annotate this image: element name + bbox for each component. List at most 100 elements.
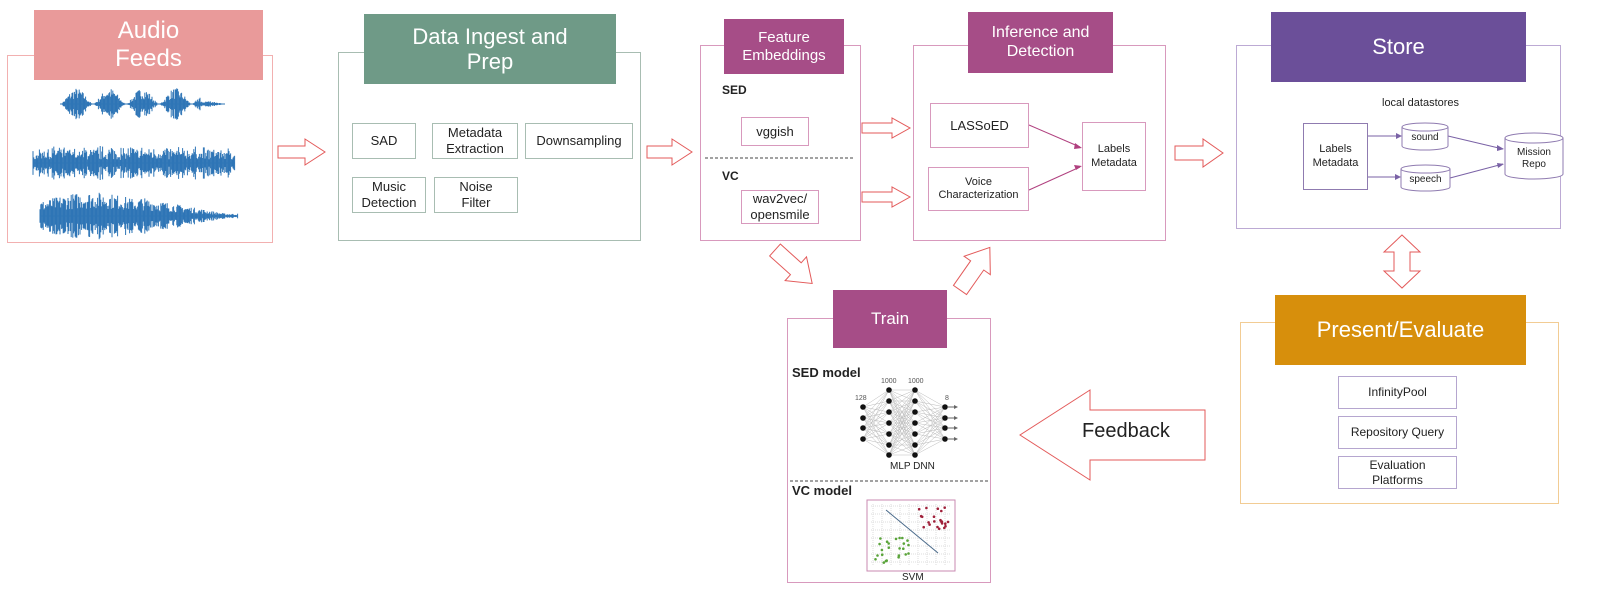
svm-caption: SVM — [902, 572, 924, 583]
connector-speech-repo — [1449, 163, 1504, 179]
arrow-features-to-train — [768, 243, 813, 285]
svm-point-green — [894, 537, 898, 541]
svm-point-green — [874, 558, 877, 561]
step-metadata-extraction: Metadata Extraction — [432, 123, 518, 159]
nn-node — [942, 425, 948, 431]
infinitypool-box: InfinityPool — [1338, 376, 1457, 409]
nn-node — [912, 387, 918, 393]
svm-point-green — [898, 547, 901, 550]
svm-point-red — [937, 527, 941, 531]
nn-node — [942, 404, 948, 410]
waveform-2 — [32, 146, 236, 180]
inference-header: Inference and Detection — [968, 12, 1113, 73]
train-header: Train — [833, 290, 947, 348]
svm-point-green — [897, 554, 901, 557]
svm-point-green — [898, 536, 901, 540]
nn-node — [912, 409, 918, 415]
store-header: Store — [1271, 12, 1526, 82]
svm-point-red — [933, 520, 936, 523]
nn-node — [912, 452, 918, 458]
svm-point-green — [878, 542, 881, 546]
svm-point-red — [940, 522, 944, 525]
svm-point-green — [876, 554, 879, 557]
waveform-1 — [60, 88, 225, 120]
nn-node — [886, 420, 892, 426]
svm-point-green — [880, 553, 884, 556]
svm-point-green — [901, 536, 904, 540]
step-music-detection: Music Detection — [352, 177, 426, 213]
svm-point-red — [922, 525, 925, 529]
nn-layer-1000b: 1000 — [908, 378, 924, 385]
nn-node — [886, 442, 892, 448]
audio-feeds-header: Audio Feeds — [34, 10, 263, 80]
svm-point-red — [939, 518, 942, 522]
nn-node — [860, 436, 866, 442]
feedback-label: Feedback — [1082, 420, 1170, 442]
svm-point-green — [882, 561, 886, 564]
connector-lassoed-labels — [1028, 124, 1081, 148]
nn-node — [912, 398, 918, 404]
svm-point-red — [925, 506, 928, 510]
arrow-train-to-inference — [952, 246, 991, 296]
voice-characterization-box: Voice Characterization — [928, 167, 1029, 211]
labels-metadata-box: Labels Metadata — [1082, 122, 1146, 191]
svm-point-green — [907, 552, 910, 555]
nn-layer-128: 128 — [855, 395, 867, 402]
sound-datastore: sound — [1411, 132, 1439, 143]
repository-query-box: Repository Query — [1338, 416, 1457, 449]
connector-sound-repo — [1447, 135, 1504, 150]
step-downsampling: Downsampling — [525, 123, 633, 159]
sed-label: SED — [722, 83, 747, 97]
nn-layer-1000a: 1000 — [881, 378, 897, 385]
local-datastores-label: local datastores — [1382, 97, 1460, 109]
feature-embeddings-header: Feature Embeddings — [724, 19, 844, 74]
wav2vec-box: wav2vec/ opensmile — [741, 190, 819, 224]
nn-caption: MLP DNN — [890, 461, 935, 472]
nn-layer-8: 8 — [945, 395, 949, 402]
svm-point-red — [940, 509, 943, 513]
present-header: Present/Evaluate — [1275, 295, 1526, 365]
nn-node — [912, 420, 918, 426]
svm-point-red — [917, 507, 921, 511]
nn-node — [886, 452, 892, 458]
arrow-inference-to-store — [1174, 138, 1224, 168]
svm-point-red — [944, 522, 947, 525]
nn-node — [886, 387, 892, 393]
svm-point-green — [902, 542, 906, 545]
lassoed-box: LASSoED — [930, 103, 1029, 148]
waveform-3 — [39, 192, 239, 240]
nn-node — [912, 431, 918, 437]
mission-repo-datastore: Mission Repo — [1517, 147, 1551, 170]
svm-point-green — [887, 546, 891, 549]
step-noise-filter: Noise Filter — [434, 177, 518, 213]
svm-point-red — [919, 514, 923, 518]
nn-node — [942, 436, 948, 442]
svm-point-red — [946, 520, 950, 524]
svm-point-red — [943, 506, 946, 510]
evaluation-platforms-box: Evaluation Platforms — [1338, 456, 1457, 489]
step-sad: SAD — [352, 123, 416, 159]
vc-model-label: VC model — [792, 483, 852, 498]
vggish-box: vggish — [741, 117, 809, 146]
svm-point-green — [879, 537, 882, 540]
nn-node — [860, 415, 866, 421]
arrow-ingest-to-features — [646, 138, 693, 166]
nn-node — [886, 409, 892, 415]
store-present-double-arrow — [1382, 234, 1422, 289]
speech-datastore: speech — [1409, 174, 1442, 185]
svm-point-green — [907, 543, 910, 547]
arrow-audio-to-ingest — [277, 138, 326, 166]
inference-arrowheads — [1074, 143, 1082, 170]
svm-point-red — [936, 507, 940, 511]
store-labels-box: Labels Metadata — [1303, 123, 1368, 190]
svm-point-green — [880, 548, 884, 552]
svm-point-green — [902, 547, 905, 550]
nn-node — [886, 431, 892, 437]
nn-node — [886, 398, 892, 404]
vc-label: VC — [722, 169, 739, 183]
svm-point-red — [932, 515, 936, 518]
mlp-dnn-graphic — [860, 387, 958, 458]
nn-node — [860, 404, 866, 410]
arrow-vc-to-inference — [861, 186, 912, 208]
svm-point-green — [884, 559, 888, 563]
